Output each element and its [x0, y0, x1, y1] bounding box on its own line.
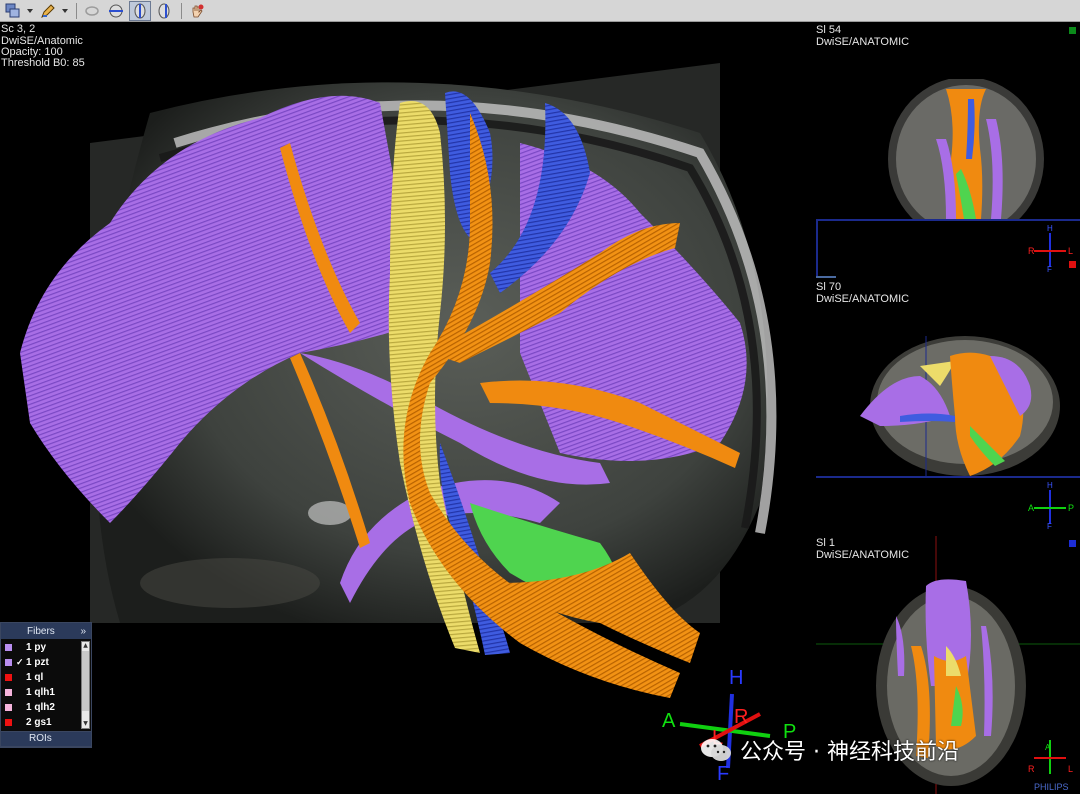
brand-logo: PHILIPS — [1034, 782, 1069, 792]
slice-coronal-tool-button[interactable] — [153, 1, 175, 21]
viewport-coronal-lower: H R L F — [816, 221, 1080, 276]
fiber-item[interactable]: 1 ql — [1, 670, 81, 685]
slice-sagittal-tool-button[interactable] — [129, 0, 151, 21]
fiber-item[interactable]: 2 gs1 — [1, 715, 81, 730]
view-series-label: DwiSE/ANATOMIC — [816, 293, 910, 305]
rois-tab[interactable]: ROIs — [0, 731, 92, 747]
small-orientation-triad — [1034, 233, 1066, 267]
fiber-color-swatch[interactable] — [5, 674, 12, 681]
scroll-down-icon[interactable]: ▼ — [82, 720, 89, 728]
fiber-color-swatch[interactable] — [5, 644, 12, 651]
wechat-icon — [701, 739, 731, 761]
view-series-label: DwiSE/ANATOMIC — [816, 36, 910, 48]
fiber-color-swatch[interactable] — [5, 659, 12, 666]
layout-icon — [5, 3, 20, 17]
coronal-image — [888, 79, 1044, 219]
watermark: 公众号 · 神经科技前沿 — [700, 734, 959, 766]
annotate-tool-button[interactable] — [37, 1, 59, 21]
hand-tool-button[interactable] — [186, 1, 208, 21]
toolbar-separator — [181, 2, 182, 19]
slice-sagittal-icon — [134, 3, 146, 18]
slice-axial-tool-button[interactable] — [105, 1, 127, 21]
toolbar — [0, 0, 1080, 22]
fiber-item[interactable]: ✓ 1 pzt — [1, 655, 81, 670]
small-orient-p: P — [1068, 503, 1075, 513]
orient-f-label: F — [717, 763, 730, 785]
fiber-color-swatch[interactable] — [5, 704, 12, 711]
small-orient-f: F — [1047, 265, 1052, 274]
fiber-label: 1 pzt — [26, 657, 49, 668]
viewport-sagittal-lower: H A P F — [816, 478, 1080, 536]
fiber-color-swatch[interactable] — [5, 719, 12, 726]
scroll-thumb[interactable] — [82, 651, 89, 711]
small-orient-a: A — [1028, 503, 1035, 513]
small-orientation-triad — [1034, 490, 1066, 524]
layout-tool-button[interactable] — [2, 1, 24, 21]
fiber-label: 1 py — [26, 642, 47, 653]
view-edge — [816, 221, 818, 276]
fiber-label: 1 qlh2 — [26, 702, 55, 713]
view-slice-label: Sl 70 — [816, 281, 842, 293]
viewport-sagittal[interactable]: Sl 70 DwiSE/ANATOMIC — [816, 276, 1080, 476]
info-line-scan: Sc 3, 2 — [1, 23, 36, 35]
fiber-label: 1 qlh1 — [26, 687, 55, 698]
toolbar-separator — [76, 2, 77, 19]
fiber-list-scrollbar[interactable]: ▲ ▼ — [81, 641, 90, 729]
rotate-icon — [85, 5, 99, 16]
main-3d-viewport[interactable]: Sc 3, 2 DwiSE/Anatomic Opacity: 100 Thre… — [0, 23, 815, 794]
fiber-item[interactable]: 1 py — [1, 640, 81, 655]
orient-r-label: R — [734, 706, 749, 728]
small-orient-r: R — [1028, 764, 1035, 774]
view-edge — [816, 276, 836, 278]
sagittal-image — [860, 336, 1060, 476]
small-orient-l: L — [1068, 764, 1074, 774]
small-orient-r: R — [1028, 246, 1035, 256]
fiber-color-swatch[interactable] — [5, 689, 12, 696]
slice-axial-icon — [109, 4, 123, 17]
rotate-tool-button[interactable] — [81, 1, 103, 21]
annotate-dropdown-icon[interactable] — [61, 1, 69, 21]
small-orient-h: H — [1047, 481, 1053, 490]
watermark-text: 公众号 · 神经科技前沿 — [740, 740, 959, 765]
viewport-coronal[interactable]: Sl 54 DwiSE/ANATOMIC — [816, 23, 1080, 219]
view-slice-label: Sl 54 — [816, 24, 842, 36]
layout-dropdown-icon[interactable] — [26, 1, 34, 21]
fiber-item[interactable]: 1 qlh2 — [1, 700, 81, 715]
info-line-threshold: Threshold B0: 85 — [1, 57, 85, 69]
small-orient-h: H — [1047, 224, 1053, 233]
orient-a-label: A — [662, 710, 676, 732]
small-orientation-triad — [1034, 740, 1066, 774]
fibers-title: Fibers — [27, 625, 55, 637]
fibers-panel-header[interactable]: Fibers » — [1, 623, 91, 639]
fiber-list: 1 py ✓ 1 pzt 1 ql 1 qlh1 1 qlh2 2 gs1 — [1, 640, 81, 730]
scroll-up-icon[interactable]: ▲ — [82, 642, 89, 650]
hand-icon — [192, 4, 204, 17]
small-orient-f: F — [1047, 522, 1052, 531]
fibers-panel: Fibers » 1 py ✓ 1 pzt 1 ql 1 qlh1 1 qlh2 — [0, 622, 92, 748]
expand-icon[interactable]: » — [80, 626, 86, 637]
small-orient-l: L — [1068, 246, 1074, 256]
fiber-label: 2 gs1 — [26, 717, 52, 728]
checkmark-icon[interactable]: ✓ — [16, 657, 26, 668]
view-marker — [1069, 261, 1076, 268]
view-marker — [1069, 27, 1076, 34]
fiber-item[interactable]: 1 qlh1 — [1, 685, 81, 700]
slice-coronal-icon — [158, 3, 170, 18]
orient-h-label: H — [729, 667, 744, 689]
fiber-label: 1 ql — [26, 672, 44, 683]
pen-icon — [41, 3, 55, 18]
small-orient-a: A — [1045, 743, 1051, 752]
